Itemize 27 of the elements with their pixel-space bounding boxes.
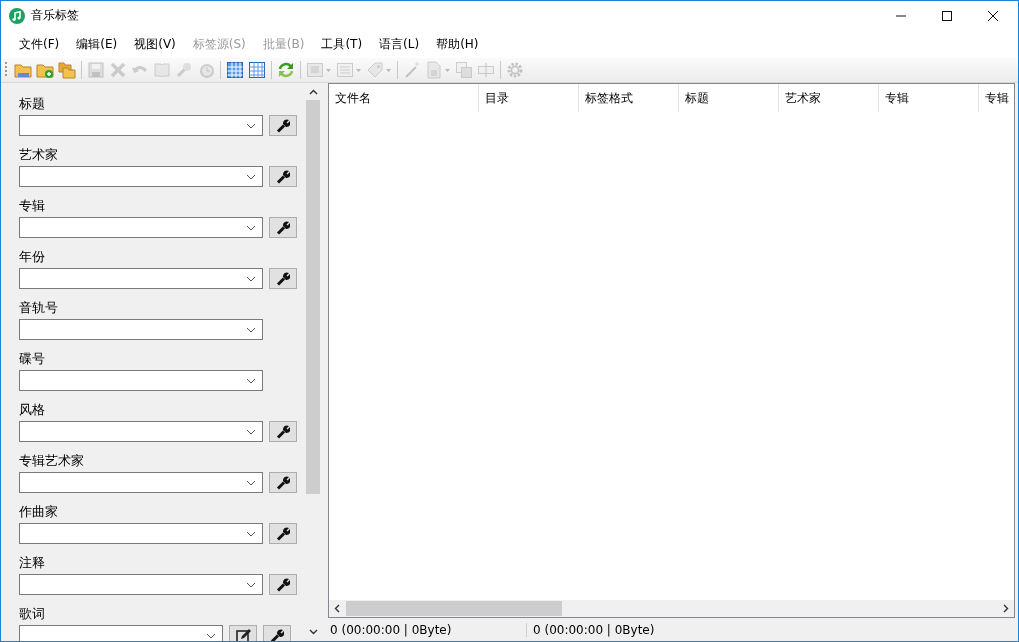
field-label: 注释: [19, 554, 46, 572]
menu-item[interactable]: 工具(T): [313, 35, 371, 53]
column-header[interactable]: 标签格式: [579, 84, 679, 112]
field-label: 标题: [19, 95, 46, 113]
field-label: 年份: [19, 248, 46, 266]
column-header[interactable]: 艺术家: [779, 84, 879, 112]
column-header[interactable]: 标题: [679, 84, 779, 112]
menu-item[interactable]: 编辑(E): [68, 35, 126, 53]
column-header[interactable]: 专辑: [879, 84, 979, 112]
field-label: 作曲家: [19, 503, 59, 521]
column-header[interactable]: 文件名: [329, 84, 479, 112]
window-title: 音乐标签: [31, 7, 79, 24]
field-label: 风格: [19, 401, 46, 419]
status-text: 0 (00:00:00 | 0Byte): [532, 622, 656, 637]
field-label: 专辑: [19, 197, 46, 215]
column-header[interactable]: 专辑: [979, 84, 1014, 112]
field-label: 碟号: [19, 350, 46, 368]
menu-item[interactable]: 语言(L): [371, 35, 428, 53]
field-label: 艺术家: [19, 146, 59, 164]
column-header[interactable]: 目录: [479, 84, 579, 112]
field-label: 音轨号: [19, 299, 59, 317]
menu-item[interactable]: 帮助(H): [428, 35, 487, 53]
field-label: 专辑艺术家: [19, 452, 85, 470]
menu-item[interactable]: 文件(F): [11, 35, 68, 53]
menu-item[interactable]: 视图(V): [126, 35, 184, 53]
status-text: 0 (00:00:00 | 0Byte): [328, 622, 527, 637]
field-label: 歌词: [19, 605, 46, 623]
